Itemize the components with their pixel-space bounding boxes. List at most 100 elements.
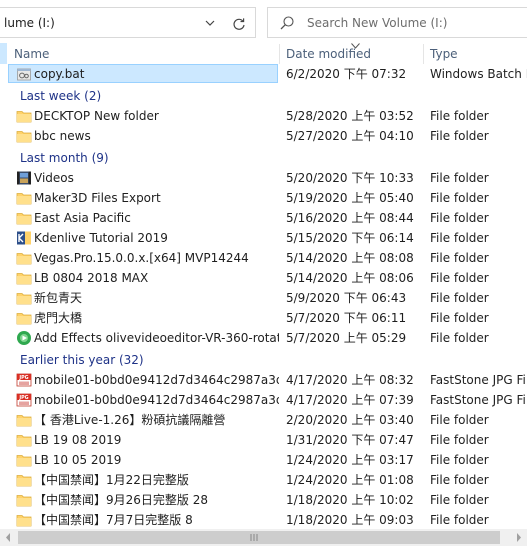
file-row[interactable]: DECKTOP New folder 5/28/2020 上午 03:52 File… xyxy=(7,106,527,126)
date-modified: 4/17/2020 上午 07:39 xyxy=(286,393,414,407)
folder-icon xyxy=(16,512,32,528)
file-row[interactable]: 【中国禁闻】1月22日完整版 1/24/2020 上午 01:08 File fol… xyxy=(7,470,527,490)
file-type: File folder xyxy=(430,433,489,447)
file-name: LB 0804 2018 MAX xyxy=(34,271,149,285)
file-row[interactable]: bbc news 5/27/2020 上午 04:10 File folder xyxy=(7,126,527,146)
folder-icon xyxy=(16,492,32,508)
svg-text:JPG: JPG xyxy=(18,395,28,401)
folder-icon xyxy=(16,250,32,266)
scroll-right-icon[interactable] xyxy=(510,529,527,546)
file-type: File folder xyxy=(430,171,489,185)
file-name: 虎門大橋 xyxy=(34,311,83,325)
videos-folder-icon xyxy=(16,170,32,186)
column-name[interactable]: Name xyxy=(7,44,279,64)
folder-icon xyxy=(16,412,32,428)
file-row[interactable]: 【中国禁闻】9月26日完整版 28 1/18/2020 上午 10:02 File … xyxy=(7,490,527,510)
file-type: File folder xyxy=(430,331,489,345)
file-row[interactable]: 【中国禁闻】7月7日完整版 8 1/18/2020 上午 09:03 File fo… xyxy=(7,510,527,528)
file-type: File folder xyxy=(430,473,489,487)
folder-icon xyxy=(16,128,32,144)
jpg-file-icon: JPG xyxy=(16,392,32,408)
file-type: File folder xyxy=(430,109,489,123)
file-type: File folder xyxy=(430,129,489,143)
file-name: Kdenlive Tutorial 2019 xyxy=(34,231,168,245)
file-name: 【中国禁闻】1月22日完整版 xyxy=(34,473,189,487)
date-modified: 1/18/2020 上午 10:02 xyxy=(286,493,414,507)
chevron-down-icon[interactable] xyxy=(202,15,218,31)
file-name: DECKTOP New folder xyxy=(34,109,159,123)
date-modified: 5/19/2020 上午 05:40 xyxy=(286,191,414,205)
navigation-pane[interactable] xyxy=(0,43,7,529)
search-input[interactable]: Search New Volume (I:) xyxy=(307,16,447,30)
file-row[interactable]: Vegas.Pro.15.0.0.x.[x64] MVP14244 5/14/20… xyxy=(7,248,527,268)
group-header[interactable]: Last month (9) xyxy=(7,147,527,169)
file-type: File folder xyxy=(430,413,489,427)
bat-file-icon xyxy=(16,66,32,82)
file-row[interactable]: Kdenlive Tutorial 2019 5/15/2020 下午 06:14… xyxy=(7,228,527,248)
file-name: mobile01-b0bd0e9412d7d3464c2987a3d8298..… xyxy=(34,373,279,387)
date-modified: 5/14/2020 上午 08:08 xyxy=(286,251,414,265)
file-type: FastStone JPG File xyxy=(430,393,527,407)
file-row[interactable]: 虎門大橋 5/7/2020 下午 06:11 File folder xyxy=(7,308,527,328)
file-row[interactable]: Videos 5/20/2020 下午 10:33 File folder xyxy=(7,168,527,188)
file-row[interactable]: LB 0804 2018 MAX 5/14/2020 上午 08:06 File f… xyxy=(7,268,527,288)
date-modified: 1/18/2020 上午 09:03 xyxy=(286,513,414,527)
file-row[interactable]: LB 10 05 2019 1/24/2020 上午 03:17 File fold… xyxy=(7,450,527,470)
file-type: File folder xyxy=(430,291,489,305)
file-row[interactable]: LB 19 08 2019 1/31/2020 下午 07:47 File fold… xyxy=(7,430,527,450)
file-row[interactable]: Add Effects olivevideoeditor-VR-360-rota… xyxy=(7,328,527,348)
column-header: Name Date modified Type xyxy=(7,43,527,64)
refresh-icon[interactable] xyxy=(230,15,248,33)
file-type: Windows Batch File xyxy=(430,67,527,81)
file-type: File folder xyxy=(430,191,489,205)
file-name: copy.bat xyxy=(34,67,85,81)
status-area xyxy=(0,546,527,553)
file-name: mobile01-b0bd0e9412d7d3464c2987a3d8298..… xyxy=(34,393,279,407)
kdenlive-folder-icon xyxy=(16,230,32,246)
scroll-left-icon[interactable] xyxy=(0,529,17,546)
file-row[interactable]: 【 香港Live-1.26】粉碩抗議隔離營 2/20/2020 上午 03:40 F… xyxy=(7,410,527,430)
file-name: 新包青天 xyxy=(34,291,83,305)
file-row[interactable]: East Asia Pacific 5/16/2020 上午 08:44 File … xyxy=(7,208,527,228)
file-name: Maker3D Files Export xyxy=(34,191,161,205)
group-header[interactable]: Earlier this year (32) xyxy=(7,349,527,371)
search-box[interactable]: Search New Volume (I:) xyxy=(267,7,527,38)
folder-icon xyxy=(16,270,32,286)
scrollbar-thumb[interactable] xyxy=(18,531,500,544)
jpg-file-icon: JPG xyxy=(16,372,32,388)
file-row[interactable]: JPG mobile01-b0bd0e9412d7d3464c2987a3d829… xyxy=(7,370,527,390)
file-name: LB 19 08 2019 xyxy=(34,433,122,447)
grip-icon xyxy=(250,534,258,541)
date-modified: 2/20/2020 上午 03:40 xyxy=(286,413,414,427)
nav-selected-item[interactable] xyxy=(0,43,7,64)
search-icon xyxy=(280,16,294,30)
file-name: bbc news xyxy=(34,129,91,143)
file-name: Videos xyxy=(34,171,74,185)
folder-icon xyxy=(16,290,32,306)
file-type: File folder xyxy=(430,311,489,325)
horizontal-scrollbar[interactable] xyxy=(0,529,527,546)
file-list: copy.bat 6/2/2020 下午 07:32 Windows Batch F… xyxy=(7,64,527,528)
green-app-icon xyxy=(16,330,32,346)
file-type: File folder xyxy=(430,231,489,245)
address-bar[interactable]: lume (I:) xyxy=(0,7,256,38)
file-row[interactable]: 新包青天 5/9/2020 下午 06:43 File folder xyxy=(7,288,527,308)
file-name: 【 香港Live-1.26】粉碩抗議隔離營 xyxy=(34,413,226,427)
address-path[interactable]: lume (I:) xyxy=(4,16,55,30)
file-row[interactable]: JPG mobile01-b0bd0e9412d7d3464c2987a3d829… xyxy=(7,390,527,410)
date-modified: 5/7/2020 上午 05:29 xyxy=(286,331,407,345)
toolbar: lume (I:) Search New Volume (I:) xyxy=(0,0,527,43)
date-modified: 5/9/2020 下午 06:43 xyxy=(286,291,407,305)
file-row-selected[interactable]: copy.bat 6/2/2020 下午 07:32 Windows Batch F… xyxy=(7,64,527,84)
file-row[interactable]: Maker3D Files Export 5/19/2020 上午 05:40 Fi… xyxy=(7,188,527,208)
date-modified: 5/20/2020 下午 10:33 xyxy=(286,171,414,185)
folder-icon xyxy=(16,190,32,206)
folder-icon xyxy=(16,108,32,124)
group-header[interactable]: Last week (2) xyxy=(7,85,527,107)
file-name: Add Effects olivevideoeditor-VR-360-rota… xyxy=(34,331,279,345)
column-date-modified[interactable]: Date modified xyxy=(279,44,423,64)
folder-icon xyxy=(16,452,32,468)
column-type[interactable]: Type xyxy=(423,44,527,64)
file-type: File folder xyxy=(430,271,489,285)
date-modified: 6/2/2020 下午 07:32 xyxy=(286,67,407,81)
